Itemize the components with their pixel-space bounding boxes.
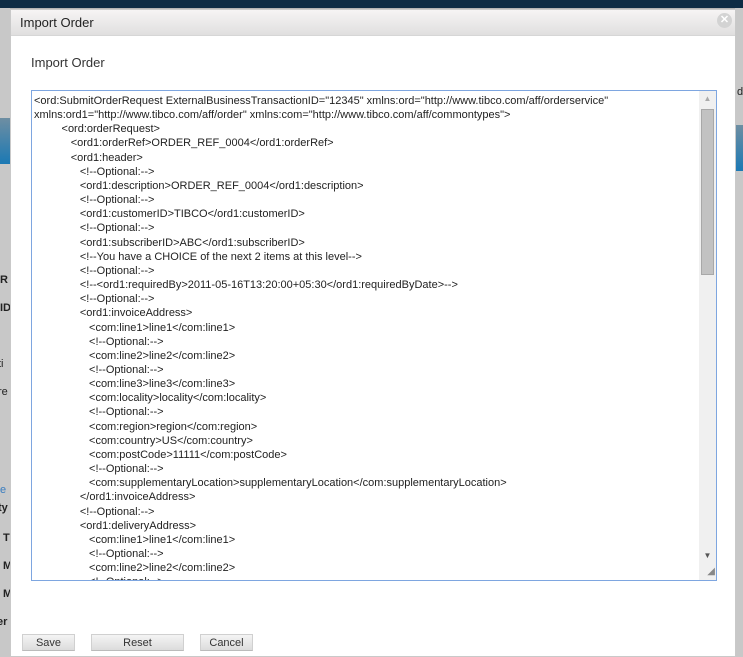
background-fragment: ty: [0, 502, 8, 514]
reset-button[interactable]: Reset: [91, 634, 184, 651]
app-header-bar: [0, 0, 743, 8]
background-fragment: R: [0, 274, 8, 286]
scrollbar-thumb[interactable]: [701, 109, 714, 275]
vertical-scrollbar[interactable]: ▲ ▼: [699, 91, 716, 580]
background-band-right: [735, 125, 743, 171]
resize-grip-icon[interactable]: ◢: [701, 565, 715, 579]
background-fragment: ti: [0, 358, 4, 370]
background-page-right: [735, 8, 743, 657]
background-fragment: d: [737, 86, 743, 98]
background-band-left: [0, 118, 10, 164]
xml-input[interactable]: <ord:SubmitOrderRequest ExternalBusiness…: [32, 91, 700, 580]
section-heading: Import Order: [31, 55, 105, 70]
scroll-up-arrow-icon[interactable]: ▲: [699, 91, 716, 107]
background-fragment: er: [0, 616, 8, 628]
background-fragment: re: [0, 386, 8, 398]
close-icon[interactable]: ✕: [717, 13, 732, 28]
import-order-dialog: Import Order ✕ Import Order <ord:SubmitO…: [10, 9, 736, 657]
scroll-down-arrow-icon[interactable]: ▼: [699, 548, 716, 564]
dialog-title: Import Order: [20, 15, 94, 30]
xml-editor: <ord:SubmitOrderRequest ExternalBusiness…: [31, 90, 717, 581]
save-button[interactable]: Save: [22, 634, 75, 651]
background-fragment: e: [0, 484, 7, 496]
cancel-button[interactable]: Cancel: [200, 634, 253, 651]
background-fragment: T: [3, 532, 10, 544]
dialog-titlebar[interactable]: Import Order ✕: [11, 10, 735, 36]
